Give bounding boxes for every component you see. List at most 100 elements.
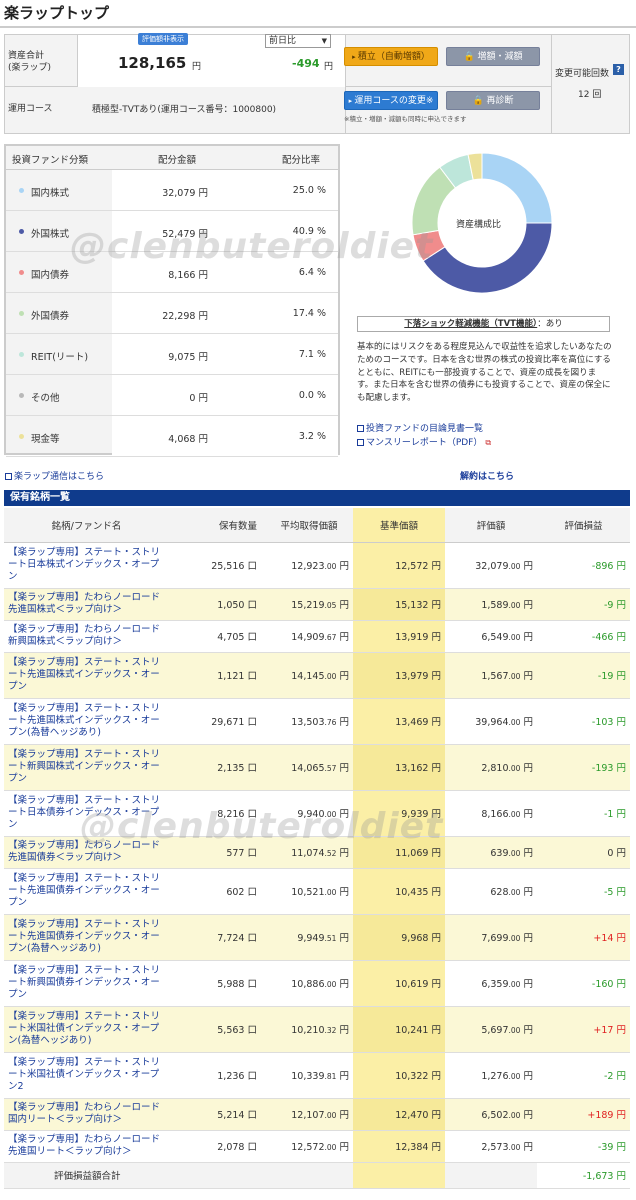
col-fund-name: 銘柄/ファンド名 bbox=[4, 508, 169, 543]
document-icon bbox=[5, 473, 12, 480]
change-amount-button[interactable]: 🔒 増額・減額 bbox=[446, 47, 540, 66]
fund-category-amount: 9,075 円 bbox=[168, 351, 208, 363]
reserve-button-label: 積立（自動増額） bbox=[357, 52, 430, 62]
holding-row: 【楽ラップ専用】ステート・ストリート米国社債インデックス・オープン(為替ヘッジあ… bbox=[4, 1006, 630, 1053]
fund-name-link[interactable]: 【楽ラップ専用】ステート・ストリート米国社債インデックス・オープン(為替ヘッジあ… bbox=[4, 1006, 169, 1053]
header-ratio: 配分比率 bbox=[282, 155, 321, 166]
fund-allocation-table: 投資ファンド分類 配分金額 配分比率 国内株式 32,079 円 25.0 % 外国株… bbox=[4, 144, 340, 457]
fund-name-link[interactable]: 【楽ラップ専用】たわらノーロード国内リート＜ラップ向け＞ bbox=[4, 1098, 169, 1131]
holding-valuation: 628.00 円 bbox=[445, 868, 537, 915]
holding-valuation: 6,549.00 円 bbox=[445, 620, 537, 653]
rediagnose-button[interactable]: 🔒 再診断 bbox=[446, 91, 540, 110]
holding-base-price: 12,384 円 bbox=[353, 1130, 445, 1163]
summary-note: ※積立・増額・減額も同時に申込できます bbox=[344, 115, 467, 123]
fund-name-link[interactable]: 【楽ラップ専用】ステート・ストリート先進国債券インデックス・オープン(為替ヘッジ… bbox=[4, 914, 169, 961]
fund-category-name: REIT(リート) bbox=[31, 351, 89, 363]
tvt-label: 下落ショック軽減機能（TVT機能） bbox=[404, 319, 538, 329]
daily-diff-value: -494 bbox=[292, 57, 320, 70]
fund-category-name: その他 bbox=[31, 392, 60, 404]
watermark: @clenbuteroldiet bbox=[70, 226, 434, 267]
asset-label-2: (楽ラップ) bbox=[8, 63, 52, 73]
reserve-button[interactable]: ▸ 積立（自動増額） bbox=[344, 47, 438, 66]
fund-category-name: 国内債券 bbox=[31, 269, 70, 281]
fund-category-name: 外国株式 bbox=[31, 228, 70, 240]
holding-profit-loss: -193 円 bbox=[537, 744, 630, 791]
holding-profit-loss: -2 円 bbox=[537, 1052, 630, 1099]
compare-period-select[interactable]: 前日比 ▼ bbox=[265, 34, 331, 48]
holding-avg-price: 15,219.05 円 bbox=[265, 588, 353, 621]
fund-name-link[interactable]: 【楽ラップ専用】たわらノーロード先進国リート＜ラップ向け＞ bbox=[4, 1130, 169, 1163]
holding-base-price: 13,979 円 bbox=[353, 652, 445, 699]
holding-avg-price: 12,923.00 円 bbox=[265, 542, 353, 589]
holding-quantity: 5,214 口 bbox=[169, 1098, 265, 1131]
monthly-report-link[interactable]: マンスリーレポート（PDF） ⧉ bbox=[357, 435, 491, 448]
legend-dot-icon bbox=[19, 187, 24, 193]
holding-valuation: 1,276.00 円 bbox=[445, 1052, 537, 1099]
legend-dot-icon bbox=[19, 269, 24, 275]
cancel-link[interactable]: 解約はこちら bbox=[460, 469, 514, 482]
fund-name-link[interactable]: 【楽ラップ専用】ステート・ストリート新興国株式インデックス・オープン bbox=[4, 744, 169, 791]
fund-name-link[interactable]: 【楽ラップ専用】たわらノーロード新興国株式＜ラップ向け＞ bbox=[4, 620, 169, 653]
holding-profit-loss: -103 円 bbox=[537, 698, 630, 745]
holding-profit-loss: -896 円 bbox=[537, 542, 630, 589]
fund-category-amount: 22,298 円 bbox=[162, 310, 208, 322]
asset-total-label: 資産合計 (楽ラップ) bbox=[8, 50, 51, 74]
header-category: 投資ファンド分類 bbox=[12, 155, 89, 166]
fund-category-row: 外国債券 22,298 円 17.4 % bbox=[6, 293, 338, 334]
holding-profit-loss: +17 円 bbox=[537, 1006, 630, 1053]
prospectus-link-label: 投資ファンドの目論見書一覧 bbox=[366, 424, 484, 434]
fund-category-row: 国内株式 32,079 円 25.0 % bbox=[6, 170, 338, 211]
holding-valuation: 2,810.00 円 bbox=[445, 744, 537, 791]
fund-name-link[interactable]: 【楽ラップ専用】たわらノーロード先進国株式＜ラップ向け＞ bbox=[4, 588, 169, 621]
fund-name-link[interactable]: 【楽ラップ専用】ステート・ストリート先進国株式インデックス・オープン bbox=[4, 652, 169, 699]
legend-dot-icon bbox=[19, 392, 24, 398]
holding-base-price: 10,619 円 bbox=[353, 960, 445, 1007]
holding-row: 【楽ラップ専用】たわらノーロード新興国株式＜ラップ向け＞ 4,705 口 14,90… bbox=[4, 620, 630, 653]
holding-base-price: 10,322 円 bbox=[353, 1052, 445, 1099]
holding-valuation: 6,359.00 円 bbox=[445, 960, 537, 1007]
help-icon[interactable]: ? bbox=[613, 64, 624, 75]
holding-quantity: 1,050 口 bbox=[169, 588, 265, 621]
fund-name-link[interactable]: 【楽ラップ専用】ステート・ストリート日本株式インデックス・オープン bbox=[4, 542, 169, 589]
holding-row: 【楽ラップ専用】ステート・ストリート先進国債券インデックス・オープン(為替ヘッジ… bbox=[4, 914, 630, 961]
hide-valuation-badge[interactable]: 評価額非表示 bbox=[138, 33, 188, 45]
fund-name-link[interactable]: 【楽ラップ専用】ステート・ストリート先進国株式インデックス・オープン(為替ヘッジ… bbox=[4, 698, 169, 745]
fund-category-name: 国内株式 bbox=[31, 187, 70, 199]
monthly-report-label: マンスリーレポート（PDF） bbox=[366, 438, 483, 448]
document-icon bbox=[357, 439, 364, 446]
holding-profit-loss: +14 円 bbox=[537, 914, 630, 961]
legend-dot-icon bbox=[19, 228, 24, 234]
holding-profit-loss: -1 円 bbox=[537, 790, 630, 837]
holding-quantity: 29,671 口 bbox=[169, 698, 265, 745]
holding-quantity: 1,236 口 bbox=[169, 1052, 265, 1099]
fund-category-row: その他 0 円 0.0 % bbox=[6, 375, 338, 416]
holding-avg-price: 10,210.32 円 bbox=[265, 1006, 353, 1053]
holdings-section-title: 保有銘柄一覧 bbox=[4, 490, 630, 506]
total-spacer bbox=[265, 1162, 353, 1189]
newsletter-link[interactable]: 楽ラップ通信はこちら bbox=[5, 469, 104, 482]
prospectus-link[interactable]: 投資ファンドの目論見書一覧 bbox=[357, 421, 483, 434]
fund-table-header: 投資ファンド分類 配分金額 配分比率 bbox=[6, 146, 338, 170]
change-course-button[interactable]: ▸ 運用コースの変更※ bbox=[344, 91, 438, 110]
fund-name-link[interactable]: 【楽ラップ専用】ステート・ストリート新興国債券インデックス・オープン bbox=[4, 960, 169, 1007]
tvt-function-status: 下落ショック軽減機能（TVT機能）：あり bbox=[357, 316, 610, 332]
holding-valuation: 639.00 円 bbox=[445, 836, 537, 869]
holding-profit-loss: 0 円 bbox=[537, 836, 630, 869]
rediagnose-label: 再診断 bbox=[486, 96, 514, 106]
holding-row: 【楽ラップ専用】たわらノーロード国内リート＜ラップ向け＞ 5,214 口 12,10… bbox=[4, 1098, 630, 1131]
holding-quantity: 5,563 口 bbox=[169, 1006, 265, 1053]
holding-valuation: 1,567.00 円 bbox=[445, 652, 537, 699]
holding-row: 【楽ラップ専用】ステート・ストリート新興国債券インデックス・オープン 5,988 … bbox=[4, 960, 630, 1007]
fund-category-amount: 32,079 円 bbox=[162, 187, 208, 199]
fund-name-link[interactable]: 【楽ラップ専用】ステート・ストリート米国社債インデックス・オープン2 bbox=[4, 1052, 169, 1099]
course-label: 運用コース bbox=[8, 104, 53, 114]
lock-icon: 🔒 bbox=[463, 52, 478, 62]
fund-category-ratio: 25.0 % bbox=[292, 184, 326, 196]
course-description: 基本的にはリスクをある程度見込んで収益性を追求したいあなたのためのコースです。日… bbox=[357, 342, 612, 404]
newsletter-link-label: 楽ラップ通信はこちら bbox=[14, 472, 105, 482]
holding-profit-loss: +189 円 bbox=[537, 1098, 630, 1131]
holding-profit-loss: -5 円 bbox=[537, 868, 630, 915]
daily-diff-unit: 円 bbox=[324, 62, 334, 72]
holding-valuation: 32,079.00 円 bbox=[445, 542, 537, 589]
fund-name-link[interactable]: 【楽ラップ専用】ステート・ストリート先進国債券インデックス・オープン bbox=[4, 868, 169, 915]
